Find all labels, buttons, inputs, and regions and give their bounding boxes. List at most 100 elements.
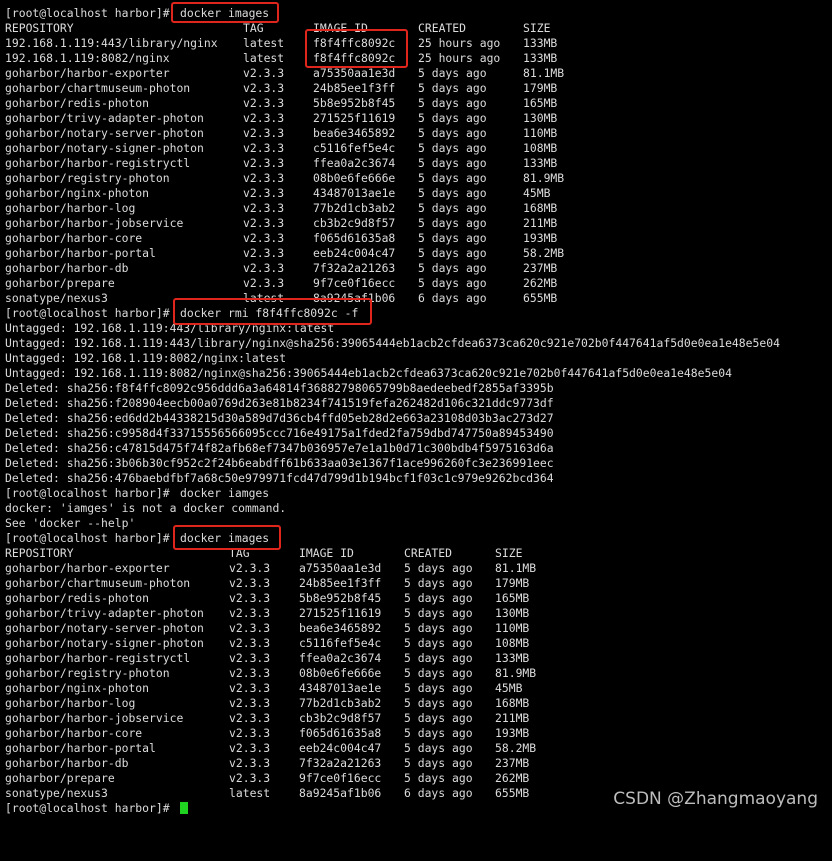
image-id-cell: 77b2d1cb3ab2 xyxy=(313,201,396,215)
created-cell: 5 days ago xyxy=(404,681,473,695)
tag-cell: v2.3.3 xyxy=(229,651,271,665)
tag-cell: v2.3.3 xyxy=(229,726,271,740)
tag-cell: v2.3.3 xyxy=(229,771,271,785)
repository-cell: 192.168.1.119:443/library/nginx xyxy=(5,36,218,50)
created-cell: 5 days ago xyxy=(404,771,473,785)
image-id-cell: 9f7ce0f16ecc xyxy=(313,276,396,290)
size-cell: 133MB xyxy=(523,51,558,65)
table-header: REPOSITORY TAG IMAGE ID CREATED SIZE xyxy=(5,546,522,561)
size-cell: 193MB xyxy=(523,231,558,245)
image-id-cell: cb3b2c9d8f57 xyxy=(299,711,382,725)
repository-cell: goharbor/trivy-adapter-photon xyxy=(5,606,204,620)
size-cell: 108MB xyxy=(523,141,558,155)
image-id-cell: c5116fef5e4c xyxy=(299,636,382,650)
tag-cell: v2.3.3 xyxy=(243,111,285,125)
tag-cell: v2.3.3 xyxy=(229,606,271,620)
created-cell: 5 days ago xyxy=(404,576,473,590)
active-prompt-line[interactable]: [root@localhost harbor]# xyxy=(5,801,188,816)
tag-cell: v2.3.3 xyxy=(243,156,285,170)
created-cell: 25 hours ago xyxy=(418,51,501,65)
size-cell: 81.9MB xyxy=(523,171,565,185)
repository-cell: 192.168.1.119:8082/nginx xyxy=(5,51,170,65)
size-cell: 179MB xyxy=(495,576,530,590)
created-cell: 5 days ago xyxy=(418,216,487,230)
created-cell: 5 days ago xyxy=(418,126,487,140)
size-cell: 110MB xyxy=(495,621,530,635)
created-cell: 6 days ago xyxy=(404,786,473,800)
created-cell: 5 days ago xyxy=(404,636,473,650)
size-cell: 193MB xyxy=(495,726,530,740)
col-created: CREATED xyxy=(418,21,467,35)
repository-cell: sonatype/nexus3 xyxy=(5,786,108,800)
created-cell: 5 days ago xyxy=(418,261,487,275)
tag-cell: v2.3.3 xyxy=(229,576,271,590)
tag-cell: v2.3.3 xyxy=(243,261,285,275)
repository-cell: goharbor/registry-photon xyxy=(5,171,170,185)
image-id-cell: 7f32a2a21263 xyxy=(313,261,396,275)
created-cell: 5 days ago xyxy=(404,756,473,770)
col-size: SIZE xyxy=(495,546,523,560)
created-cell: 5 days ago xyxy=(404,741,473,755)
repository-cell: sonatype/nexus3 xyxy=(5,291,108,305)
repository-cell: goharbor/notary-signer-photon xyxy=(5,636,204,650)
repository-cell: goharbor/redis-photon xyxy=(5,96,150,110)
created-cell: 25 hours ago xyxy=(418,36,501,50)
created-cell: 5 days ago xyxy=(418,96,487,110)
image-id-cell: 8a9245af1b06 xyxy=(299,786,382,800)
prompt: [root@localhost harbor]# xyxy=(5,306,170,320)
highlight-box-docker-images-2 xyxy=(173,525,281,550)
repository-cell: goharbor/harbor-db xyxy=(5,261,129,275)
tag-cell: v2.3.3 xyxy=(229,756,271,770)
output-line: Deleted: sha256:f8f4ffc8092c956ddd6a3a64… xyxy=(5,381,554,395)
prompt: [root@localhost harbor]# xyxy=(5,801,170,815)
repository-cell: goharbor/harbor-jobservice xyxy=(5,216,184,230)
tag-cell: latest xyxy=(229,786,271,800)
tag-cell: v2.3.3 xyxy=(243,231,285,245)
size-cell: 168MB xyxy=(523,201,558,215)
repository-cell: goharbor/registry-photon xyxy=(5,666,170,680)
image-id-cell: eeb24c004c47 xyxy=(299,741,382,755)
repository-cell: goharbor/harbor-log xyxy=(5,696,136,710)
prompt-line: [root@localhost harbor]# docker rmi f8f4… xyxy=(5,306,358,321)
output-line: Untagged: 192.168.1.119:443/library/ngin… xyxy=(5,336,780,350)
block-cursor-icon xyxy=(180,801,188,816)
created-cell: 5 days ago xyxy=(418,231,487,245)
tag-cell: v2.3.3 xyxy=(229,741,271,755)
tag-cell: v2.3.3 xyxy=(229,666,271,680)
image-id-cell: c5116fef5e4c xyxy=(313,141,396,155)
help-hint: See 'docker --help' xyxy=(5,516,136,530)
repository-cell: goharbor/harbor-log xyxy=(5,201,136,215)
repository-cell: goharbor/harbor-registryctl xyxy=(5,651,191,665)
size-cell: 81.9MB xyxy=(495,666,537,680)
tag-cell: v2.3.3 xyxy=(229,636,271,650)
repository-cell: goharbor/harbor-db xyxy=(5,756,129,770)
repository-cell: goharbor/prepare xyxy=(5,276,115,290)
size-cell: 168MB xyxy=(495,696,530,710)
image-id-cell: 271525f11619 xyxy=(299,606,382,620)
size-cell: 165MB xyxy=(523,96,558,110)
created-cell: 5 days ago xyxy=(418,111,487,125)
created-cell: 5 days ago xyxy=(418,186,487,200)
terminal-window[interactable]: [root@localhost harbor]# docker images R… xyxy=(0,0,832,817)
size-cell: 130MB xyxy=(495,606,530,620)
image-id-cell: 5b8e952b8f45 xyxy=(299,591,382,605)
repository-cell: goharbor/harbor-core xyxy=(5,726,143,740)
tag-cell: v2.3.3 xyxy=(243,66,285,80)
image-id-cell: a75350aa1e3d xyxy=(299,561,382,575)
size-cell: 262MB xyxy=(495,771,530,785)
tag-cell: v2.3.3 xyxy=(243,96,285,110)
table-header: REPOSITORY TAG IMAGE ID CREATED SIZE xyxy=(5,21,550,36)
repository-cell: goharbor/notary-server-photon xyxy=(5,126,204,140)
tag-cell: v2.3.3 xyxy=(243,216,285,230)
created-cell: 5 days ago xyxy=(404,621,473,635)
output-line: Deleted: sha256:476baebdfbf7a68c50e97997… xyxy=(5,471,554,485)
command-docker-iamges: docker iamges xyxy=(180,486,270,500)
created-cell: 5 days ago xyxy=(404,606,473,620)
prompt-line: [root@localhost harbor]# docker images xyxy=(5,531,269,546)
size-cell: 179MB xyxy=(523,81,558,95)
image-id-cell: 43487013ae1e xyxy=(313,186,396,200)
size-cell: 133MB xyxy=(495,651,530,665)
tag-cell: v2.3.3 xyxy=(243,126,285,140)
tag-cell: v2.3.3 xyxy=(243,81,285,95)
created-cell: 5 days ago xyxy=(418,201,487,215)
